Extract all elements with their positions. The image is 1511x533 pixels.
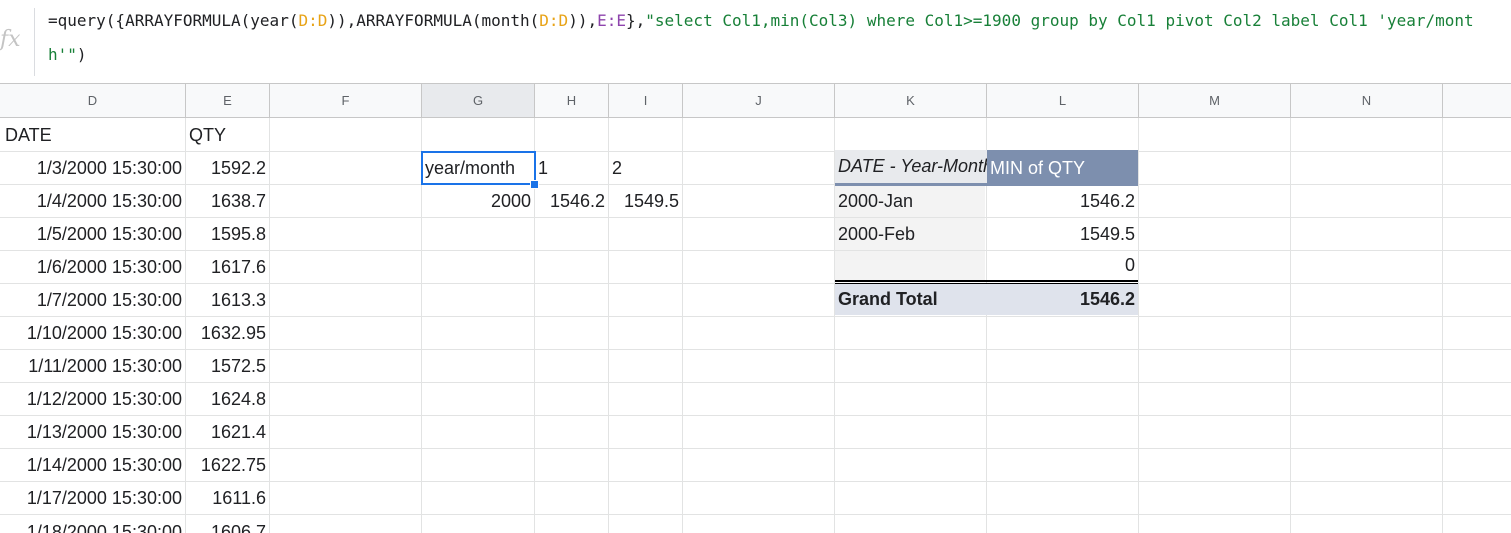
column-header-h[interactable]: H <box>535 84 609 118</box>
cell-query-value[interactable]: 1549.5 <box>609 185 682 217</box>
cell-date[interactable]: 1/6/2000 15:30:00 <box>0 251 185 283</box>
cell-qty[interactable]: 1572.5 <box>186 350 269 382</box>
column-header-o[interactable] <box>1443 84 1511 118</box>
pivot-grand-total-value[interactable]: 1546.2 <box>987 284 1138 315</box>
column-header-l[interactable]: L <box>987 84 1139 118</box>
formula-part: =query({ARRAYFORMULA(year( <box>48 11 299 30</box>
formula-divider <box>34 8 35 76</box>
cell-query-value[interactable]: 1546.2 <box>535 185 608 217</box>
pivot-row-value[interactable]: 1546.2 <box>987 185 1138 217</box>
formula-range-ref: D:D <box>539 11 569 30</box>
pivot-header-min[interactable]: MIN of QTY <box>987 150 1138 186</box>
cell-query-header[interactable]: year/month <box>422 152 534 184</box>
cell-qty[interactable]: 1613.3 <box>186 284 269 316</box>
cell-date[interactable]: 1/5/2000 15:30:00 <box>0 218 185 250</box>
cell-qty[interactable]: 1632.95 <box>186 317 269 349</box>
fill-handle[interactable] <box>530 180 539 189</box>
formula-bar: fx =query({ARRAYFORMULA(year(D:D)),ARRAY… <box>0 0 1511 84</box>
cell-qty[interactable]: 1592.2 <box>186 152 269 184</box>
cell-qty[interactable]: 1624.8 <box>186 383 269 415</box>
cell-date[interactable]: 1/12/2000 15:30:00 <box>0 383 185 415</box>
gridline <box>1442 118 1443 533</box>
cell-date[interactable]: 1/13/2000 15:30:00 <box>0 416 185 448</box>
column-header-j[interactable]: J <box>683 84 835 118</box>
gridline <box>1290 118 1291 533</box>
pivot-row-label[interactable]: 2000-Jan <box>835 186 985 217</box>
cell-query-header[interactable]: 1 <box>535 152 608 184</box>
cell-qty[interactable]: 1595.8 <box>186 218 269 250</box>
pivot-grand-total-label[interactable]: Grand Total <box>835 284 987 315</box>
cell-date[interactable]: 1/18/2000 15:30:00 <box>0 515 185 533</box>
pivot-row-label[interactable] <box>835 251 985 280</box>
cell-date[interactable]: 1/14/2000 15:30:00 <box>0 449 185 481</box>
cell-date[interactable]: 1/10/2000 15:30:00 <box>0 317 185 349</box>
column-header-d[interactable]: D <box>0 84 186 118</box>
cell-qty[interactable]: 1611.6 <box>186 482 269 514</box>
cell-e-header[interactable]: QTY <box>186 119 269 151</box>
formula-range-ref: D:D <box>298 11 328 30</box>
cell-qty[interactable]: 1622.75 <box>186 449 269 481</box>
fx-icon: fx <box>0 27 20 52</box>
formula-part: )),ARRAYFORMULA(month( <box>327 11 540 30</box>
formula-part: )), <box>568 11 598 30</box>
column-header-k[interactable]: K <box>835 84 987 118</box>
cell-qty[interactable]: 1638.7 <box>186 185 269 217</box>
cell-query-header[interactable]: 2 <box>609 152 682 184</box>
cell-date[interactable]: 1/17/2000 15:30:00 <box>0 482 185 514</box>
cell-date[interactable]: 1/4/2000 15:30:00 <box>0 185 185 217</box>
column-header-i[interactable]: I <box>609 84 683 118</box>
cell-date[interactable]: 1/11/2000 15:30:00 <box>0 350 185 382</box>
cell-date[interactable]: 1/3/2000 15:30:00 <box>0 152 185 184</box>
column-header-e[interactable]: E <box>186 84 270 118</box>
formula-part: ) <box>76 45 87 64</box>
cell-query-value[interactable]: 2000 <box>422 185 534 217</box>
cell-qty[interactable]: 1617.6 <box>186 251 269 283</box>
pivot-row-value[interactable]: 1549.5 <box>987 218 1138 250</box>
formula-range-ref: E:E <box>597 11 626 30</box>
cell-qty[interactable]: 1606.7 <box>186 515 269 533</box>
pivot-header-date[interactable]: DATE - Year-Month <box>835 150 987 186</box>
pivot-row-value[interactable]: 0 <box>987 251 1138 280</box>
cell-qty[interactable]: 1621.4 <box>186 416 269 448</box>
cell-date[interactable]: 1/7/2000 15:30:00 <box>0 284 185 316</box>
formula-part: }, <box>626 11 646 30</box>
column-header-g[interactable]: G <box>422 84 535 118</box>
column-header-f[interactable]: F <box>270 84 422 118</box>
formula-input[interactable]: =query({ARRAYFORMULA(year(D:D)),ARRAYFOR… <box>48 4 1503 72</box>
gridline <box>682 118 683 533</box>
gridline <box>1138 118 1139 533</box>
cell-d-header[interactable]: DATE <box>2 119 184 151</box>
column-header-m[interactable]: M <box>1139 84 1291 118</box>
pivot-row-label[interactable]: 2000-Feb <box>835 218 985 250</box>
column-header-n[interactable]: N <box>1291 84 1443 118</box>
gridline <box>269 118 270 533</box>
